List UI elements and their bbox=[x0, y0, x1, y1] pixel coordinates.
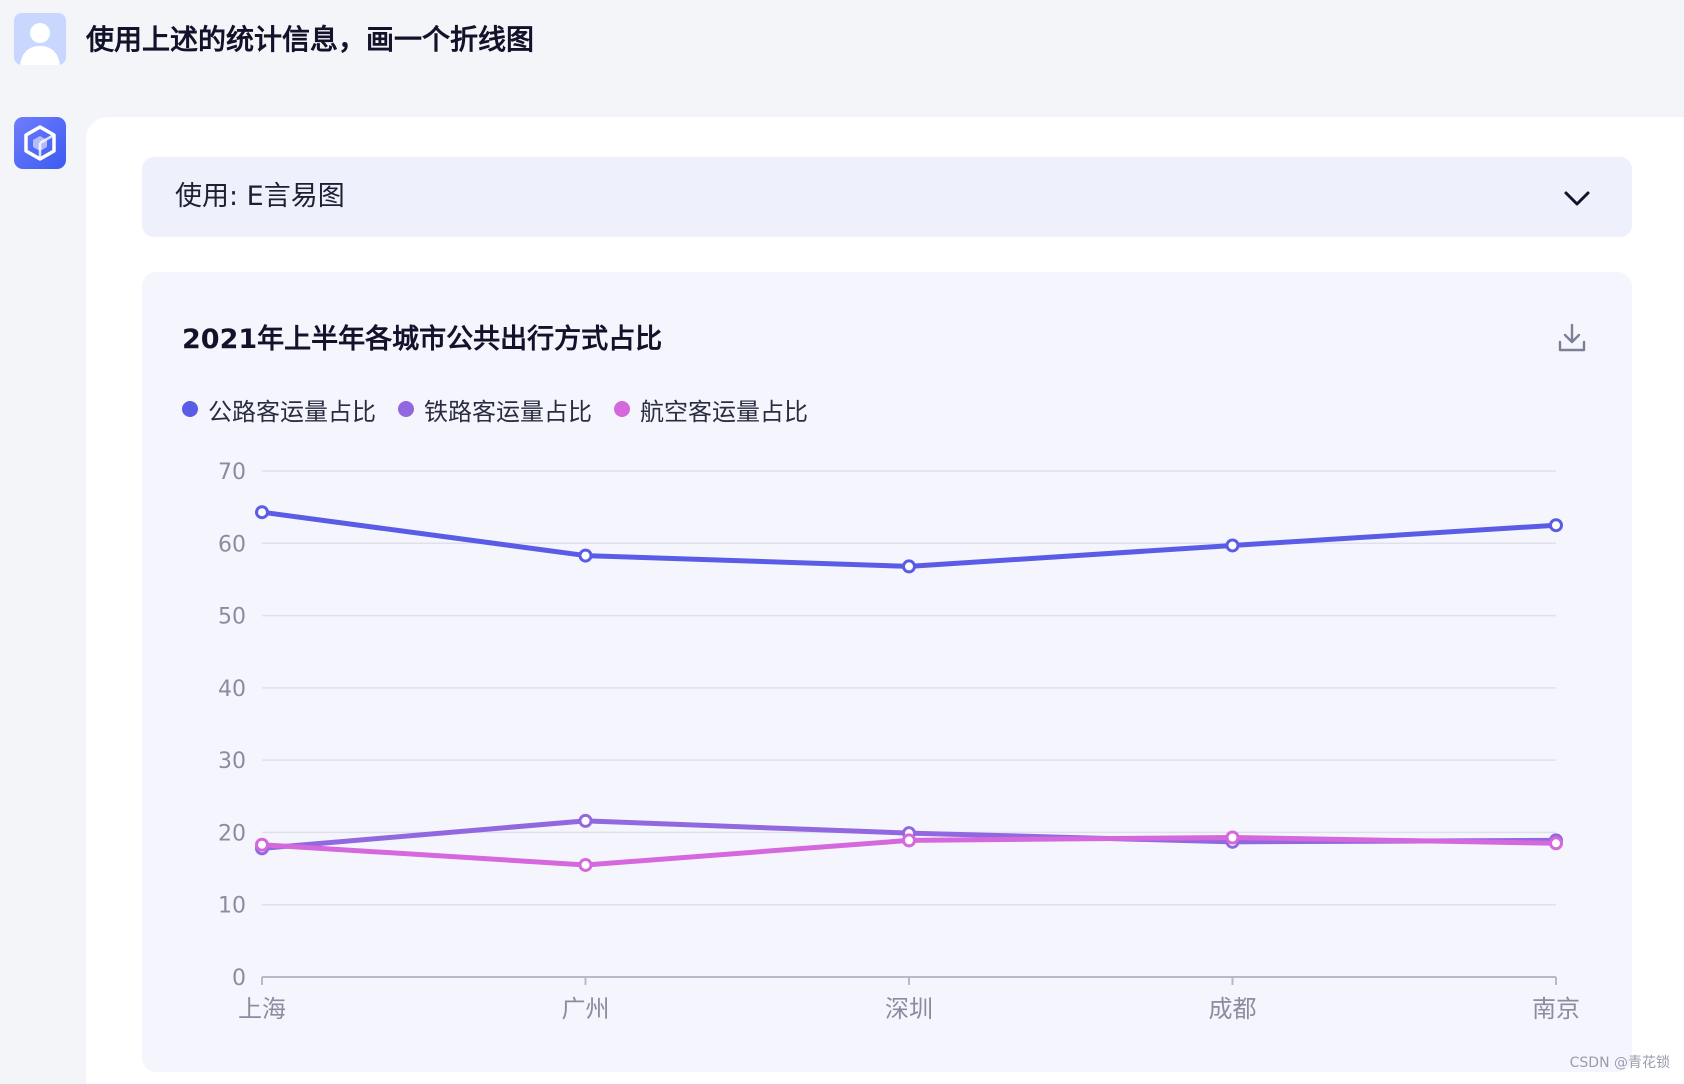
data-point bbox=[902, 833, 916, 848]
y-tick-label: 10 bbox=[218, 894, 246, 919]
bot-avatar bbox=[14, 117, 66, 169]
user-message: 使用上述的统计信息，画一个折线图 bbox=[86, 23, 535, 56]
plugin-label: 使用: E言易图 bbox=[175, 181, 345, 212]
chat-page: 使用上述的统计信息，画一个折线图 使用: E言易图 2021年上半年各城市公共出… bbox=[0, 0, 1684, 1084]
user-avatar bbox=[14, 13, 66, 65]
data-point bbox=[255, 837, 269, 852]
user-avatar-icon bbox=[14, 13, 66, 65]
y-tick-label: 50 bbox=[218, 605, 246, 630]
data-point bbox=[1549, 518, 1563, 533]
data-point bbox=[255, 505, 269, 520]
x-tick-label: 成都 bbox=[1209, 995, 1257, 1023]
x-tick-label: 南京 bbox=[1532, 995, 1580, 1023]
y-tick-label: 30 bbox=[218, 749, 246, 774]
line-chart: 0 10 20 30 40 50 60 70 上海 广州 深圳 成都 南京 bbox=[218, 460, 1580, 1023]
data-point bbox=[1225, 830, 1240, 845]
x-tick-label: 深圳 bbox=[885, 995, 933, 1023]
data-point bbox=[1549, 836, 1563, 851]
y-tick-label: 20 bbox=[218, 821, 246, 846]
cube-logo-icon bbox=[24, 125, 56, 161]
data-point bbox=[1225, 538, 1240, 553]
data-point bbox=[578, 548, 593, 563]
reply-card: 使用: E言易图 2021年上半年各城市公共出行方式占比 公路客运量占比 铁路客运… bbox=[86, 117, 1684, 1084]
chart-card: 2021年上半年各城市公共出行方式占比 公路客运量占比 铁路客运量占比 航空客运量占… bbox=[142, 272, 1632, 1072]
watermark: CSDN @青花锁 bbox=[1569, 1055, 1670, 1071]
series-line bbox=[259, 509, 1559, 569]
chevron-down-icon[interactable] bbox=[1562, 183, 1592, 213]
data-point bbox=[578, 857, 593, 872]
plugin-toggle[interactable]: 使用: E言易图 bbox=[142, 157, 1632, 237]
x-tick-label: 上海 bbox=[238, 995, 286, 1023]
y-tick-label: 60 bbox=[218, 532, 246, 557]
data-point bbox=[578, 813, 593, 828]
y-tick-label: 40 bbox=[218, 677, 246, 702]
y-tick-label: 70 bbox=[218, 460, 246, 485]
data-point bbox=[902, 559, 916, 574]
y-tick-label: 0 bbox=[232, 966, 246, 991]
x-tick-label: 广州 bbox=[562, 995, 610, 1023]
